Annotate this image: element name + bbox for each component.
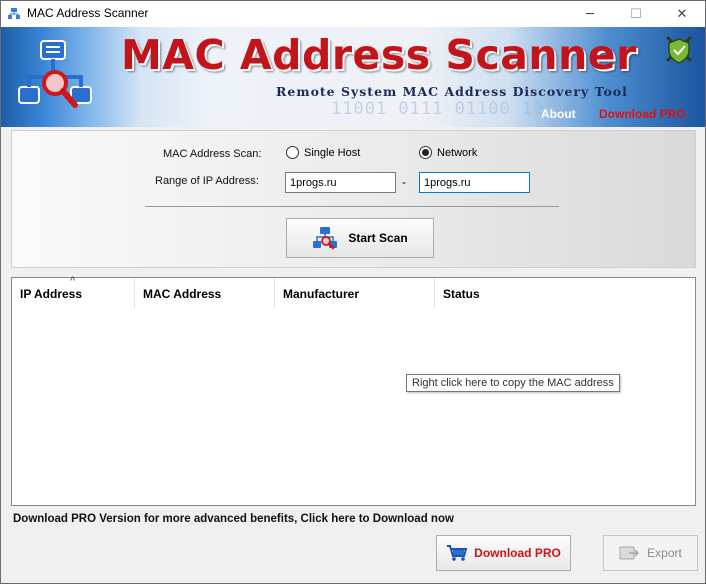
app-name-heading: MAC Address Scanner [121,31,637,79]
export-icon [619,546,640,560]
header-banner: 11001 0111 01100 1011 MAC Address Scanne… [1,27,705,127]
binary-background: 11001 0111 01100 1011 [331,99,567,119]
copy-mac-tooltip: Right click here to copy the MAC address [406,374,620,392]
app-subtitle: Remote System MAC Address Discovery Tool [276,84,628,99]
network-label: Network [437,146,478,159]
single-host-label: Single Host [304,146,361,159]
column-header-status[interactable]: Status [435,278,695,308]
about-link[interactable]: About [541,107,576,121]
minimize-icon: ─ [586,6,594,22]
start-scan-button[interactable]: Start Scan [286,218,434,258]
column-header-label: IP Address [20,287,83,301]
export-label: Export [647,546,682,560]
window-title: MAC Address Scanner [27,6,149,20]
scan-mode-label: MAC Address Scan: [163,148,262,160]
column-header-ip-address[interactable]: ^ IP Address [12,275,135,308]
app-icon [8,8,20,19]
scan-settings-panel: MAC Address Scan: Single Host Network Ra… [11,130,696,268]
minimize-button[interactable]: ─ [567,1,613,27]
shield-swords-icon [665,35,693,64]
network-search-logo-icon [18,40,92,108]
single-host-radio-circle[interactable] [286,146,299,159]
radio-selected-dot [422,149,429,156]
sort-ascending-icon: ^ [70,275,76,285]
download-pro-link[interactable]: Download PRO [599,107,686,121]
network-radio[interactable]: Network [419,146,477,159]
column-header-label: Manufacturer [283,287,360,301]
network-radio-circle[interactable] [419,146,432,159]
ip-range-start-input[interactable] [285,172,396,193]
title-bar: MAC Address Scanner ─ ☐ ✕ [1,1,705,27]
column-header-label: MAC Address [143,287,222,301]
maximize-icon: ☐ [630,6,642,22]
download-pro-label: Download PRO [474,546,561,560]
ip-range-end-input[interactable] [419,172,530,193]
start-scan-label: Start Scan [348,231,408,245]
range-separator: - [402,175,406,189]
close-button[interactable]: ✕ [659,1,705,27]
column-header-mac-address[interactable]: MAC Address [135,278,275,308]
app-window: MAC Address Scanner ─ ☐ ✕ 11001 0111 011… [0,0,706,584]
promo-download-link[interactable]: Download PRO Version for more advanced b… [13,513,454,525]
column-header-label: Status [443,287,480,301]
single-host-radio[interactable]: Single Host [286,146,360,159]
network-scan-icon [313,227,338,250]
panel-divider [145,206,559,207]
close-icon: ✕ [676,6,688,22]
ip-range-label: Range of IP Address: [155,175,259,187]
shopping-cart-icon [447,545,468,561]
column-header-manufacturer[interactable]: Manufacturer [275,278,435,308]
maximize-button[interactable]: ☐ [613,1,659,27]
results-list[interactable]: ^ IP Address MAC Address Manufacturer St… [11,275,696,506]
download-pro-button[interactable]: Download PRO [436,535,571,571]
export-button[interactable]: Export [603,535,698,571]
results-header: ^ IP Address MAC Address Manufacturer St… [12,275,695,308]
